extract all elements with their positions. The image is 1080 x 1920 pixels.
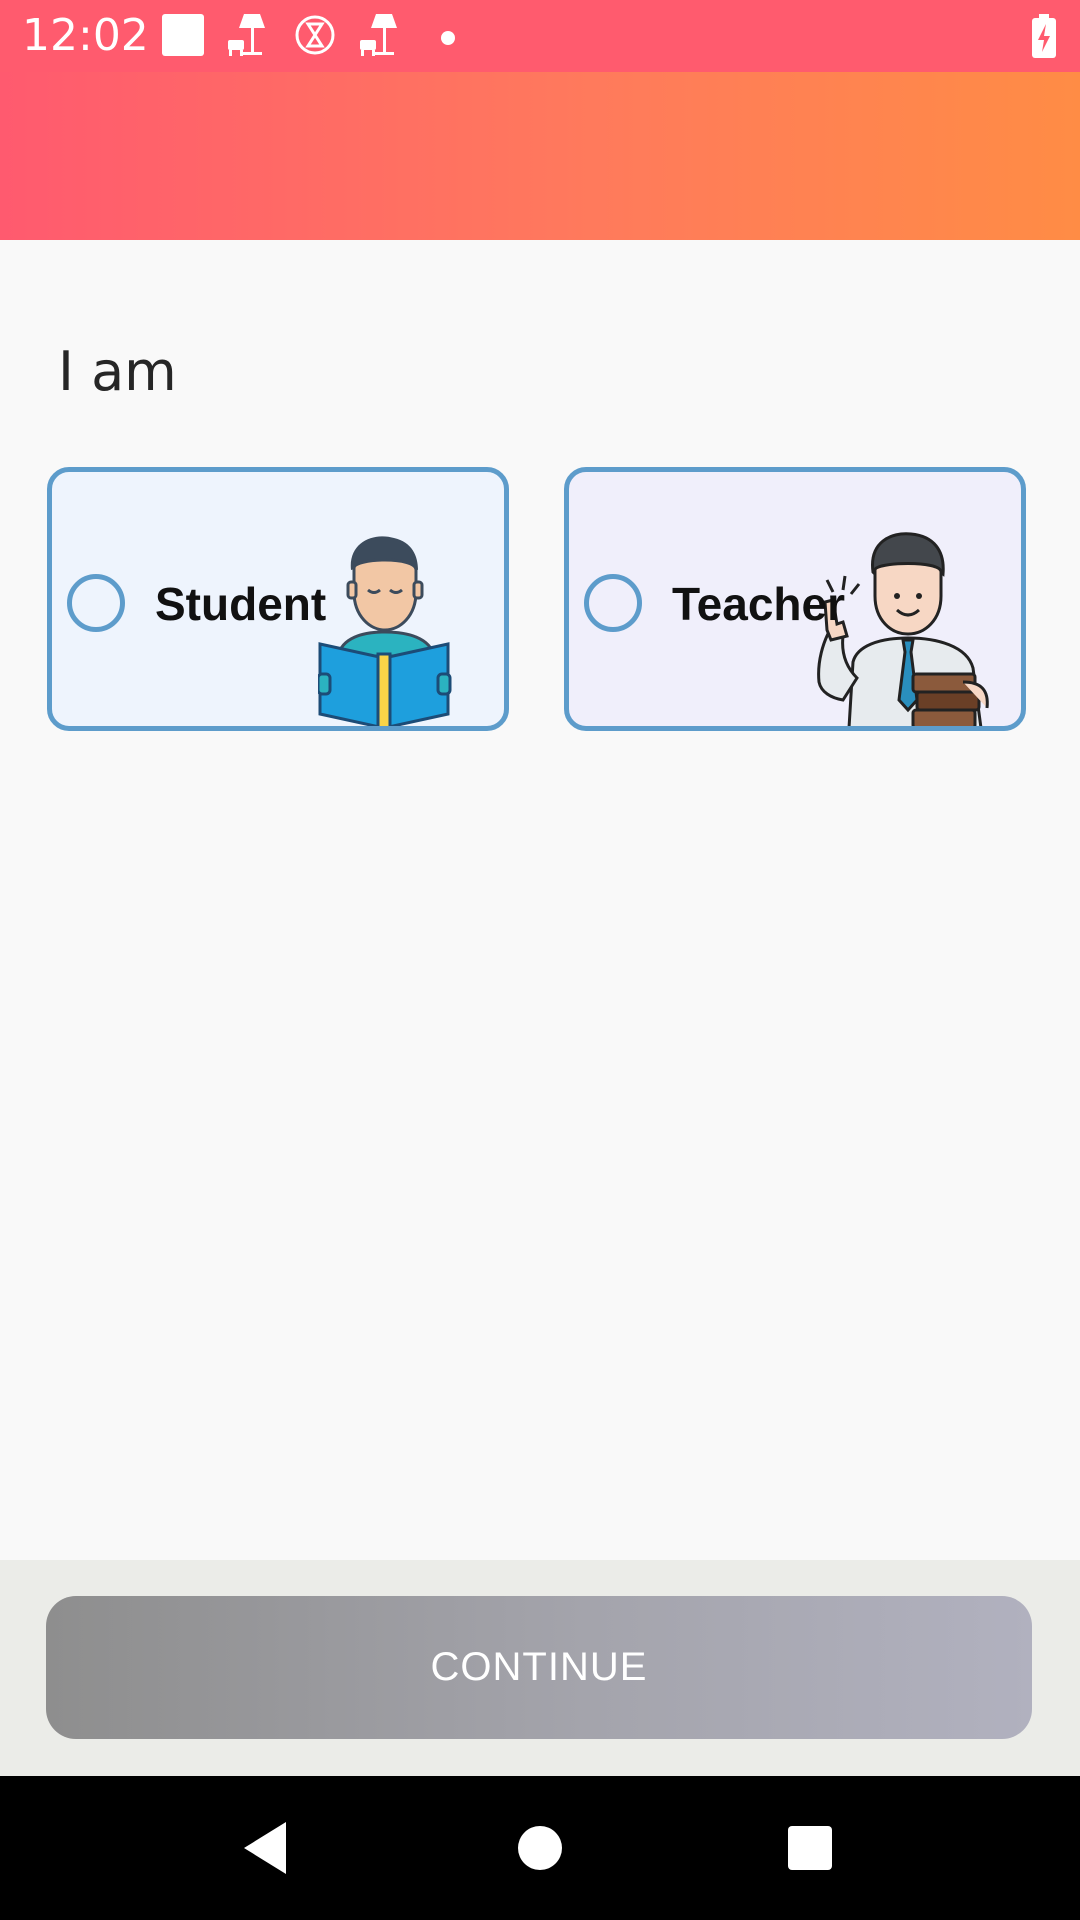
navigation-bar (0, 1776, 1080, 1920)
home-icon[interactable] (500, 1808, 580, 1888)
option-student-card[interactable]: Student (47, 467, 509, 731)
teacher-illustration (817, 532, 989, 726)
option-teacher-card[interactable]: Teacher (564, 467, 1026, 731)
dot-icon (436, 26, 460, 55)
student-label: Student (155, 578, 327, 630)
recents-icon[interactable] (770, 1808, 850, 1888)
status-time: 12:02 (22, 10, 149, 61)
bottom-panel: CONTINUE (0, 1560, 1080, 1776)
teacher-radio-button[interactable] (584, 574, 642, 632)
student-reading-illustration (318, 536, 452, 726)
battery-charging-icon (1030, 14, 1058, 63)
lamp-icon (226, 12, 272, 65)
lamp-icon (358, 12, 404, 65)
back-icon[interactable] (226, 1808, 306, 1888)
header-banner (0, 72, 1080, 240)
continue-button[interactable]: CONTINUE (46, 1596, 1032, 1739)
status-bar: 12:02 (0, 0, 1080, 72)
student-radio-button[interactable] (67, 574, 125, 632)
square-notification-icon (160, 12, 206, 63)
hourglass-icon (292, 12, 338, 63)
page-title: I am (58, 340, 177, 403)
teacher-label: Teacher (672, 578, 846, 630)
